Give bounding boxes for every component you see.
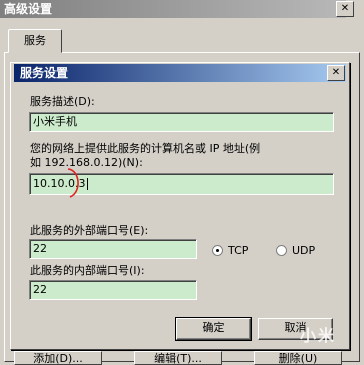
text-caret (87, 178, 89, 190)
udp-label: UDP (292, 244, 316, 257)
close-icon[interactable]: ✕ (327, 65, 345, 81)
watermark: 小米 (300, 326, 337, 345)
external-port-field[interactable]: 22 (29, 239, 197, 259)
tcp-label: TCP (228, 244, 249, 257)
host-label-line1: 您的网络上提供此服务的计算机名或 IP 地址(例 (30, 142, 261, 155)
internal-port-label: 此服务的内部端口号(I): (30, 264, 145, 277)
red-circle-annotation (67, 168, 79, 198)
internal-port-field[interactable]: 22 (29, 280, 197, 300)
dialog-title: 服务设置 (14, 64, 346, 82)
host-label-line2: 如 192.168.0.12)(N): (30, 156, 143, 169)
ok-button[interactable]: 确定 (175, 317, 252, 341)
description-label: 服务描述(D): (30, 95, 95, 108)
external-port-label: 此服务的外部端口号(E): (30, 224, 149, 237)
outer-close-icon[interactable]: ✕ (336, 1, 354, 17)
tcp-radio[interactable] (212, 245, 223, 256)
description-field[interactable]: 小米手机 (29, 112, 334, 132)
udp-radio[interactable] (276, 245, 287, 256)
tab-services[interactable]: 服务 (8, 29, 62, 53)
outer-window-title: 高级设置 (0, 0, 346, 18)
